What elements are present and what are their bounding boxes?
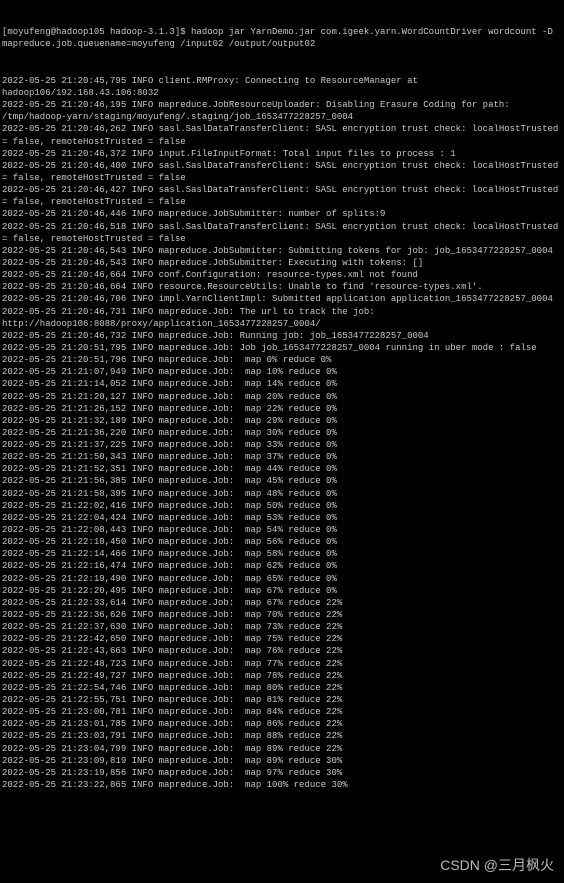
log-line: 2022-05-25 21:20:51,796 INFO mapreduce.J… <box>2 354 562 366</box>
log-line: 2022-05-25 21:20:51,795 INFO mapreduce.J… <box>2 342 562 354</box>
log-line: 2022-05-25 21:22:55,751 INFO mapreduce.J… <box>2 694 562 706</box>
terminal-output: [moyufeng@hadoop105 hadoop-3.1.3]$ hadoo… <box>2 2 562 803</box>
log-line: 2022-05-25 21:21:07,949 INFO mapreduce.J… <box>2 366 562 378</box>
log-line: 2022-05-25 21:21:52,351 INFO mapreduce.J… <box>2 463 562 475</box>
shell-prompt: [moyufeng@hadoop105 hadoop-3.1.3]$ <box>2 27 191 37</box>
log-line: 2022-05-25 21:20:45,795 INFO client.RMPr… <box>2 75 562 99</box>
log-line: 2022-05-25 21:22:02,416 INFO mapreduce.J… <box>2 500 562 512</box>
log-line: 2022-05-25 21:22:10,450 INFO mapreduce.J… <box>2 536 562 548</box>
log-line: 2022-05-25 21:20:46,372 INFO input.FileI… <box>2 148 562 160</box>
log-line: 2022-05-25 21:22:33,614 INFO mapreduce.J… <box>2 597 562 609</box>
log-line: 2022-05-25 21:20:46,706 INFO impl.YarnCl… <box>2 293 562 305</box>
log-line: 2022-05-25 21:22:14,466 INFO mapreduce.J… <box>2 548 562 560</box>
log-line: 2022-05-25 21:20:46,446 INFO mapreduce.J… <box>2 208 562 220</box>
log-line: 2022-05-25 21:23:04,799 INFO mapreduce.J… <box>2 743 562 755</box>
log-lines-container: 2022-05-25 21:20:45,795 INFO client.RMPr… <box>2 75 562 791</box>
log-line: 2022-05-25 21:22:16,474 INFO mapreduce.J… <box>2 560 562 572</box>
watermark-text: CSDN @三月枫火 <box>440 856 554 875</box>
log-line: 2022-05-25 21:20:46,732 INFO mapreduce.J… <box>2 330 562 342</box>
command-line: [moyufeng@hadoop105 hadoop-3.1.3]$ hadoo… <box>2 26 562 50</box>
log-line: 2022-05-25 21:20:46,543 INFO mapreduce.J… <box>2 245 562 257</box>
log-line: 2022-05-25 21:21:26,152 INFO mapreduce.J… <box>2 403 562 415</box>
log-line: 2022-05-25 21:21:50,343 INFO mapreduce.J… <box>2 451 562 463</box>
log-line: 2022-05-25 21:20:46,518 INFO sasl.SaslDa… <box>2 221 562 245</box>
log-line: 2022-05-25 21:22:37,630 INFO mapreduce.J… <box>2 621 562 633</box>
log-line: 2022-05-25 21:21:20,127 INFO mapreduce.J… <box>2 391 562 403</box>
log-line: 2022-05-25 21:23:22,865 INFO mapreduce.J… <box>2 779 562 791</box>
log-line: 2022-05-25 21:22:36,626 INFO mapreduce.J… <box>2 609 562 621</box>
log-line: 2022-05-25 21:21:58,395 INFO mapreduce.J… <box>2 488 562 500</box>
log-line: 2022-05-25 21:22:48,723 INFO mapreduce.J… <box>2 658 562 670</box>
log-line: 2022-05-25 21:22:20,495 INFO mapreduce.J… <box>2 585 562 597</box>
log-line: 2022-05-25 21:21:14,052 INFO mapreduce.J… <box>2 378 562 390</box>
log-line: 2022-05-25 21:23:03,791 INFO mapreduce.J… <box>2 730 562 742</box>
log-line: 2022-05-25 21:22:54,746 INFO mapreduce.J… <box>2 682 562 694</box>
log-line: 2022-05-25 21:20:46,262 INFO sasl.SaslDa… <box>2 123 562 147</box>
log-line: 2022-05-25 21:22:04,424 INFO mapreduce.J… <box>2 512 562 524</box>
log-line: 2022-05-25 21:21:32,189 INFO mapreduce.J… <box>2 415 562 427</box>
log-line: 2022-05-25 21:23:19,856 INFO mapreduce.J… <box>2 767 562 779</box>
log-line: 2022-05-25 21:20:46,664 INFO resource.Re… <box>2 281 562 293</box>
log-line: 2022-05-25 21:20:46,400 INFO sasl.SaslDa… <box>2 160 562 184</box>
log-line: 2022-05-25 21:22:08,443 INFO mapreduce.J… <box>2 524 562 536</box>
log-line: 2022-05-25 21:22:42,650 INFO mapreduce.J… <box>2 633 562 645</box>
log-line: 2022-05-25 21:23:01,785 INFO mapreduce.J… <box>2 718 562 730</box>
log-line: 2022-05-25 21:23:09,819 INFO mapreduce.J… <box>2 755 562 767</box>
log-line: 2022-05-25 21:21:36,220 INFO mapreduce.J… <box>2 427 562 439</box>
log-line: 2022-05-25 21:21:37,225 INFO mapreduce.J… <box>2 439 562 451</box>
log-line: 2022-05-25 21:23:00,781 INFO mapreduce.J… <box>2 706 562 718</box>
log-line: 2022-05-25 21:22:43,663 INFO mapreduce.J… <box>2 645 562 657</box>
log-line: 2022-05-25 21:20:46,664 INFO conf.Config… <box>2 269 562 281</box>
log-line: 2022-05-25 21:22:49,727 INFO mapreduce.J… <box>2 670 562 682</box>
log-line: 2022-05-25 21:20:46,543 INFO mapreduce.J… <box>2 257 562 269</box>
log-line: 2022-05-25 21:21:56,385 INFO mapreduce.J… <box>2 475 562 487</box>
log-line: 2022-05-25 21:20:46,427 INFO sasl.SaslDa… <box>2 184 562 208</box>
log-line: 2022-05-25 21:20:46,731 INFO mapreduce.J… <box>2 306 562 330</box>
log-line: 2022-05-25 21:20:46,195 INFO mapreduce.J… <box>2 99 562 123</box>
log-line: 2022-05-25 21:22:19,490 INFO mapreduce.J… <box>2 573 562 585</box>
